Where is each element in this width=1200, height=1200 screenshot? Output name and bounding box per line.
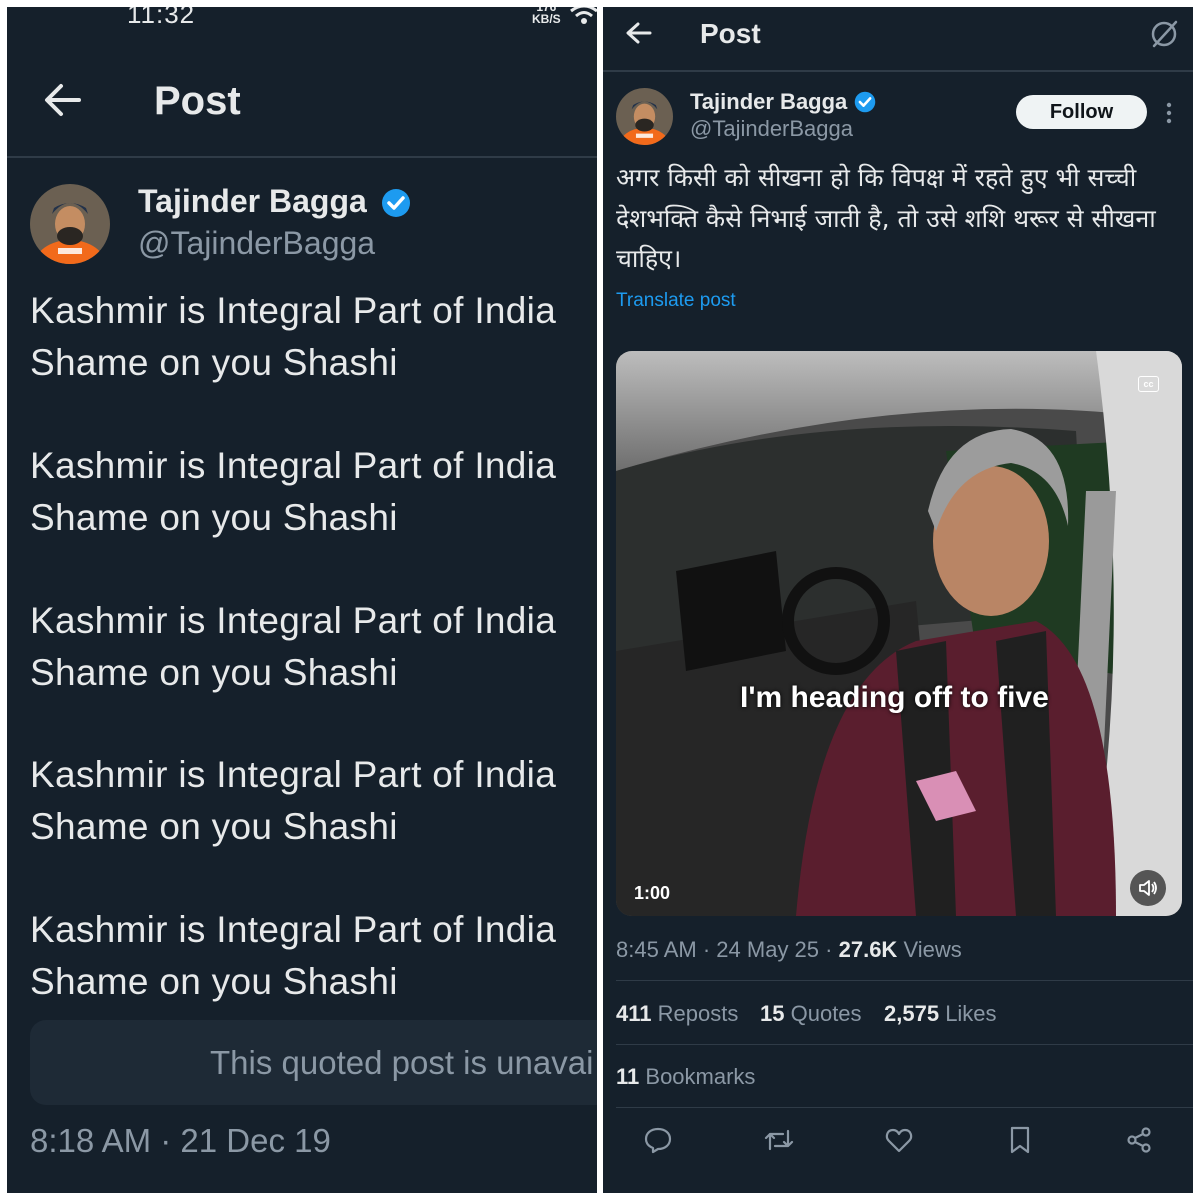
repost-icon[interactable] [763,1125,795,1155]
meta-separator: · [825,937,833,962]
back-arrow-icon[interactable] [43,80,83,120]
post-timestamp: 8:18 AM · 21 Dec 19 [30,1122,331,1159]
share-icon[interactable] [1124,1125,1154,1155]
volume-button[interactable] [1130,870,1166,906]
page-title: Post [700,18,761,49]
header-divider [7,156,597,158]
no-grok-icon[interactable] [1149,19,1179,49]
quotes-stat[interactable]: 15 Quotes [760,1001,862,1027]
bookmarks-stat[interactable]: 11 Bookmarks [616,1064,755,1090]
tweet-text-line: Kashmir is Integral Part of India [30,600,557,641]
quoted-post-message: This quoted post is unavai [210,1044,594,1081]
right-post-screenshot: Post Tajinder Bagga @TajinderBagga Follo… [603,7,1193,1193]
back-arrow-icon[interactable] [625,19,653,47]
avatar[interactable] [616,88,673,145]
verified-badge-icon [382,189,410,217]
views-label: Views [903,937,962,962]
cc-icon[interactable]: cc [1138,376,1159,392]
tweet-text-line: Kashmir is Integral Part of India [30,909,557,950]
tweet-text-line: चाहिए। [616,244,682,273]
tweet-text-line: Shame on you Shashi [30,652,398,693]
follow-button[interactable]: Follow [1016,95,1147,129]
video-caption: I'm heading off to five [740,681,1049,714]
reply-icon[interactable] [643,1125,673,1155]
wifi-icon [570,7,597,24]
author-handle[interactable]: @TajinderBagga [138,225,375,262]
status-time: 11:32 [127,7,196,29]
stats-divider [616,1044,1193,1045]
tweet-text-line: Shame on you Shashi [30,497,398,538]
verified-badge-icon [854,91,876,113]
translate-post-link[interactable]: Translate post [616,290,736,312]
views-count: 27.6K [838,937,898,962]
video-frame [616,351,1182,916]
author-name[interactable]: Tajinder Bagga [690,89,847,115]
left-post-screenshot: 11:32 176 KB/S Post Tajinder Bagga @Taji… [7,7,597,1193]
tweet-text-line: अगर किसी को सीखना हो कि विपक्ष में रहते … [616,163,1137,192]
likes-stat[interactable]: 2,575 Likes [884,1001,997,1027]
author-name[interactable]: Tajinder Bagga [138,183,367,220]
video-duration: 1:00 [634,883,671,903]
post-meta: 8:45 AM · 24 May 25 · 27.6K Views [616,937,962,963]
like-icon[interactable] [884,1125,914,1155]
network-speed: 176 KB/S [532,7,561,25]
likes-label: Likes [945,1001,997,1026]
tweet-text-line: Shame on you Shashi [30,961,398,1002]
network-speed-unit: KB/S [532,12,561,26]
reposts-label: Reposts [657,1001,739,1026]
volume-icon [1139,880,1157,896]
quotes-count: 15 [760,1001,785,1026]
video-player[interactable]: I'm heading off to five 1:00 cc [616,351,1182,916]
tweet-text-line: Kashmir is Integral Part of India [30,445,557,486]
meta-divider [616,980,1193,981]
reposts-stat[interactable]: 411 Reposts [616,1001,738,1027]
tweet-text-line: देशभक्ति कैसे निभाई जाती है, तो उसे शशि … [616,204,1156,233]
page-title: Post [154,79,241,123]
post-time: 8:45 AM [616,937,697,962]
reposts-count: 411 [616,1001,652,1026]
likes-count: 2,575 [884,1001,940,1026]
bookmark-icon[interactable] [1005,1125,1035,1155]
quotes-label: Quotes [790,1001,862,1026]
tweet-text-line: Kashmir is Integral Part of India [30,754,557,795]
author-handle[interactable]: @TajinderBagga [690,116,853,142]
avatar[interactable] [30,184,110,264]
bookmarks-count: 11 [616,1064,640,1089]
post-date: 24 May 25 [716,937,820,962]
tweet-text-line: Kashmir is Integral Part of India [30,290,557,331]
tweet-text-line: Shame on you Shashi [30,806,398,847]
bookmarks-divider [616,1107,1193,1108]
quoted-post-unavailable[interactable]: This quoted post is unavai [30,1020,597,1105]
tweet-text-line: Shame on you Shashi [30,342,398,383]
bookmarks-label: Bookmarks [645,1064,756,1089]
more-vertical-icon[interactable] [1165,102,1173,124]
meta-separator: · [702,937,711,962]
header-divider [603,70,1193,72]
